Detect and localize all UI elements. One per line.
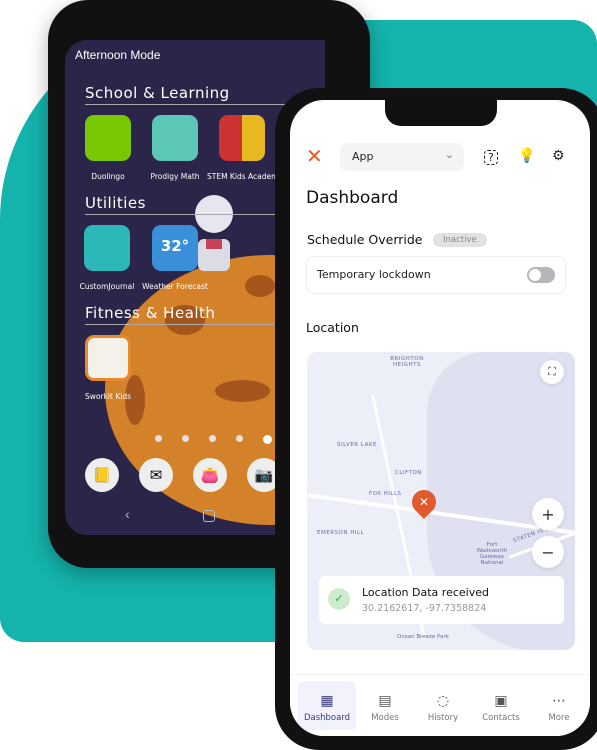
prodigy-icon xyxy=(152,115,198,161)
map-label: Fort Wadsworth Gateway National xyxy=(476,542,508,566)
nav-label: Dashboard xyxy=(303,713,351,723)
dashboard-screen: ✕ App ⌄ ? 💡 ⚙ Dashboard Schedule Override… xyxy=(290,100,590,736)
journal-icon xyxy=(84,225,130,271)
nav-label: History xyxy=(427,713,459,723)
app-sworkit[interactable]: Sworkit Kids xyxy=(73,335,143,403)
location-map[interactable]: BRIGHTON HEIGHTS SILVER LAKE CLIFTON FOX… xyxy=(307,352,575,650)
home-nav-icon[interactable] xyxy=(203,510,215,522)
phone-notch xyxy=(385,100,497,126)
app-logo-icon: ✕ xyxy=(306,144,323,168)
nav-label: Modes xyxy=(371,713,399,723)
nav-label: Contacts xyxy=(482,713,520,723)
status-title: Location Data received xyxy=(362,586,489,599)
wallet-icon[interactable]: 👛 xyxy=(193,458,227,492)
page-title: Dashboard xyxy=(306,188,399,208)
map-label: FOX HILLS xyxy=(369,491,402,497)
section-title: School & Learning xyxy=(85,84,285,105)
app-weather[interactable]: 32° Weather Forecast xyxy=(140,225,210,293)
app-label: STEM Kids Academ xyxy=(207,172,279,181)
app-label: Sworkit Kids xyxy=(85,392,131,401)
contact-card-icon: ▣ xyxy=(494,693,508,709)
toggle-label: Temporary lockdown xyxy=(317,268,431,281)
app-stem-kids[interactable]: STEM Kids Academ xyxy=(207,115,279,183)
bottom-nav: ▦ Dashboard ▤ Modes ◌ History ▣ Contacts ⋯ Mo… xyxy=(290,674,590,736)
zoom-in-button[interactable]: + xyxy=(532,498,564,530)
weather-icon: 32° xyxy=(152,225,198,271)
map-label: SILVER LAKE xyxy=(337,442,377,448)
app-prodigy-math[interactable]: Prodigy Math xyxy=(140,115,210,183)
back-nav-icon[interactable]: ‹ xyxy=(125,506,130,522)
nav-contacts[interactable]: ▣ Contacts xyxy=(472,681,530,730)
app-select-value: App xyxy=(352,150,374,163)
app-label: CustomJournal xyxy=(79,282,135,291)
duolingo-icon xyxy=(85,115,131,161)
lockdown-toggle[interactable] xyxy=(527,267,555,283)
location-title: Location xyxy=(306,320,359,335)
gear-icon[interactable]: ⚙ xyxy=(552,148,565,164)
page-indicator[interactable] xyxy=(155,435,272,444)
mode-title: Afternoon Mode xyxy=(75,48,161,62)
nav-dashboard[interactable]: ▦ Dashboard xyxy=(298,681,356,730)
app-label: Duolingo xyxy=(91,172,125,181)
nav-history[interactable]: ◌ History xyxy=(414,681,472,730)
nav-more[interactable]: ⋯ More xyxy=(530,681,588,730)
nav-label: More xyxy=(548,713,570,723)
chevron-down-icon: ⌄ xyxy=(444,148,454,161)
lightbulb-icon[interactable]: 💡 xyxy=(518,148,535,164)
map-label: BRIGHTON HEIGHTS xyxy=(390,356,424,368)
location-status-card: ✓ Location Data received 30.2162617, -97… xyxy=(319,576,564,624)
coordinates: 30.2162617, -97.7358824 xyxy=(362,603,487,614)
stem-icon xyxy=(219,115,265,161)
status-badge: Inactive xyxy=(433,233,487,247)
map-label: CLIFTON xyxy=(395,470,422,476)
section-title: Fitness & Health xyxy=(85,304,285,325)
app-duolingo[interactable]: Duolingo xyxy=(73,115,143,183)
zoom-out-button[interactable]: − xyxy=(532,536,564,568)
app-label: Prodigy Math xyxy=(150,172,200,181)
check-icon: ✓ xyxy=(328,588,350,610)
section-title: Utilities xyxy=(85,194,285,215)
app-customjournal[interactable]: CustomJournal xyxy=(72,225,142,293)
grid-icon: ▦ xyxy=(320,693,334,709)
calendar-icon: ▤ xyxy=(378,693,392,709)
app-label: Weather Forecast xyxy=(142,282,208,291)
front-phone: ✕ App ⌄ ? 💡 ⚙ Dashboard Schedule Override… xyxy=(275,88,597,750)
temporary-lockdown-row: Temporary lockdown xyxy=(306,256,566,294)
map-label: EMERSON HILL xyxy=(317,530,365,536)
schedule-override-label: Schedule Override xyxy=(307,232,423,247)
fullscreen-icon[interactable]: ⛶ xyxy=(540,360,564,384)
contacts-icon[interactable]: 📒 xyxy=(85,458,119,492)
nav-modes[interactable]: ▤ Modes xyxy=(356,681,414,730)
map-label: Ocean Breeze Park xyxy=(397,634,449,640)
mail-icon[interactable]: ✉ xyxy=(139,458,173,492)
chat-icon: ◌ xyxy=(436,693,450,709)
help-icon[interactable]: ? xyxy=(484,150,498,165)
more-icon: ⋯ xyxy=(552,693,566,709)
dock: 📒 ✉ 👛 📷 xyxy=(85,458,281,492)
sworkit-icon xyxy=(85,335,131,381)
app-select[interactable]: App ⌄ xyxy=(340,143,464,171)
